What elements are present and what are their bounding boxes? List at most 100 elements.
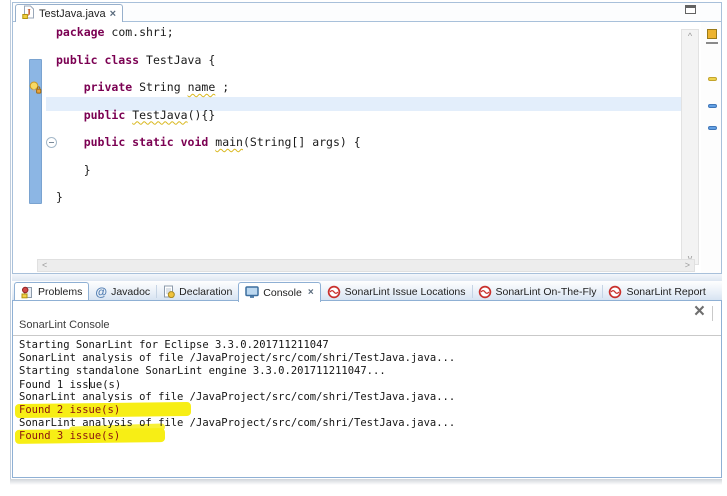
close-console-icon[interactable]: × (694, 301, 705, 323)
code-editor[interactable]: package com.shri; public class TestJava {… (13, 22, 721, 273)
tab-console[interactable]: Console × (238, 282, 320, 302)
issue-marker[interactable] (708, 104, 717, 108)
keyword-token: public class (56, 53, 139, 67)
code-line[interactable]: } (56, 164, 361, 178)
at-glyph: @ (95, 287, 107, 297)
console-line: Found 2 issue(s) (19, 404, 720, 417)
console-line: SonarLint analysis of file /JavaProject/… (19, 417, 720, 430)
code-line[interactable]: } (56, 191, 361, 205)
keyword-token: private (84, 80, 132, 94)
tab-label: Declaration (179, 286, 232, 298)
window-left-border (10, 0, 11, 479)
keyword-token: package (56, 25, 104, 39)
bottom-view-panel: Problems@JavadocDeclarationConsole×Sonar… (12, 281, 722, 479)
console-line-text: SonarLint analysis of file /JavaProject/… (19, 352, 455, 364)
console-line: Starting standalone SonarLint engine 3.3… (19, 365, 720, 378)
javadoc-icon: @ (95, 287, 107, 297)
code-line[interactable]: package com.shri; (56, 26, 361, 40)
sash-divider[interactable] (12, 274, 722, 281)
tab-close-icon[interactable]: × (110, 9, 116, 19)
text-cursor (89, 378, 90, 389)
issue-marker[interactable] (708, 126, 717, 130)
scroll-left-icon[interactable]: < (42, 260, 47, 271)
console-line-text: SonarLint analysis of file /JavaProject/… (19, 417, 455, 429)
console-line: Starting SonarLint for Eclipse 3.3.0.201… (19, 339, 720, 352)
toolbar-separator (712, 306, 713, 321)
code-line[interactable] (56, 67, 361, 81)
console-output[interactable]: Starting SonarLint for Eclipse 3.3.0.201… (13, 336, 720, 476)
keyword-token: public (84, 108, 126, 122)
code-token (56, 80, 84, 94)
code-token: TestJava { (139, 53, 215, 67)
issue-underlined-token: main (215, 135, 243, 149)
console-toolbar: SonarLint Console × (13, 301, 721, 336)
keyword-token: public static void (84, 135, 209, 149)
issue-underlined-token: TestJava (132, 108, 187, 122)
horizontal-scrollbar[interactable]: < > (37, 259, 695, 272)
editor-tab-title: TestJava.java (39, 8, 106, 20)
scroll-up-icon[interactable]: ^ (682, 31, 698, 41)
code-token: (String[] args) { (243, 135, 361, 149)
declaration-icon (162, 285, 175, 298)
code-line[interactable] (56, 40, 361, 54)
tab-problems[interactable]: Problems (14, 282, 89, 301)
issue-underlined-token: name (188, 80, 216, 94)
code-content: package com.shri; public class TestJava {… (56, 26, 361, 205)
overview-ruler[interactable] (701, 22, 721, 273)
annotation-underline (706, 42, 718, 44)
code-token: com.shri; (104, 25, 173, 39)
tab-label: Console (263, 287, 302, 299)
console-line-text: Starting SonarLint for Eclipse 3.3.0.201… (19, 339, 329, 351)
code-line[interactable] (56, 95, 361, 109)
console-title: SonarLint Console (19, 319, 110, 331)
editor-area: J TestJava.java × package com.shri; publi… (12, 2, 722, 274)
view-tab-bar: Problems @ Javadoc Declaration Console × Sonar… (12, 281, 722, 301)
annotation-status-icon[interactable] (707, 29, 717, 39)
window-shadow (10, 479, 722, 485)
console-line-text: Found 3 issue(s) (19, 430, 120, 442)
console-line: Found 3 issue(s) (19, 430, 720, 443)
code-token: String (132, 80, 187, 94)
code-token: (){} (188, 108, 216, 122)
sonarlint-icon (327, 285, 341, 299)
console-view: SonarLint Console × Starting SonarLint f… (12, 300, 722, 478)
java-file-icon: J (22, 5, 35, 22)
warning-marker[interactable] (708, 77, 717, 81)
tab-label: Problems (38, 286, 82, 298)
tab-sonarlint-on-the-fly[interactable]: SonarLint On-The-Fly (472, 282, 603, 301)
tab-javadoc[interactable]: @ Javadoc (89, 282, 156, 301)
code-line[interactable] (56, 177, 361, 191)
tab-label: Javadoc (111, 286, 150, 298)
code-line[interactable]: public static void main(String[] args) { (56, 136, 361, 150)
code-line[interactable] (56, 122, 361, 136)
code-token: } (56, 190, 63, 204)
code-line[interactable]: private String name ; (56, 81, 361, 95)
code-token: } (56, 163, 91, 177)
code-token (56, 108, 84, 122)
maximize-icon[interactable] (685, 5, 696, 14)
console-line-text: Found 2 issue(s) (19, 404, 120, 416)
editor-tab-bar: J TestJava.java × (13, 3, 721, 22)
code-line[interactable]: public TestJava(){} (56, 109, 361, 123)
tab-label: SonarLint Issue Locations (345, 286, 466, 298)
console-line-text: Starting standalone SonarLint engine 3.3… (19, 365, 386, 377)
vertical-scrollbar[interactable]: ^ v (681, 29, 699, 265)
console-icon (245, 286, 259, 299)
console-line: SonarLint analysis of file /JavaProject/… (19, 352, 720, 365)
eclipse-window: J TestJava.java × package com.shri; publi… (0, 0, 727, 496)
tab-label: SonarLint On-The-Fly (496, 286, 597, 298)
tab-sonarlint-report[interactable]: SonarLint Report (602, 282, 711, 301)
sonarlint-icon (478, 285, 492, 299)
console-line: SonarLint analysis of file /JavaProject/… (19, 391, 720, 404)
code-line[interactable] (56, 150, 361, 164)
code-line[interactable]: public class TestJava { (56, 54, 361, 68)
quickfix-lightbulb-icon[interactable] (29, 81, 42, 94)
code-token: ; (215, 80, 229, 94)
tab-declaration[interactable]: Declaration (156, 282, 238, 301)
console-line-text: SonarLint analysis of file /JavaProject/… (19, 391, 455, 403)
tab-sonarlint-issue-locations[interactable]: SonarLint Issue Locations (321, 282, 472, 301)
scroll-right-icon[interactable]: > (685, 260, 690, 271)
editor-tab-testjava[interactable]: J TestJava.java × (15, 4, 123, 22)
console-line-text: Found 1 issue(s) (19, 379, 121, 391)
tab-close-icon[interactable]: × (308, 287, 314, 298)
